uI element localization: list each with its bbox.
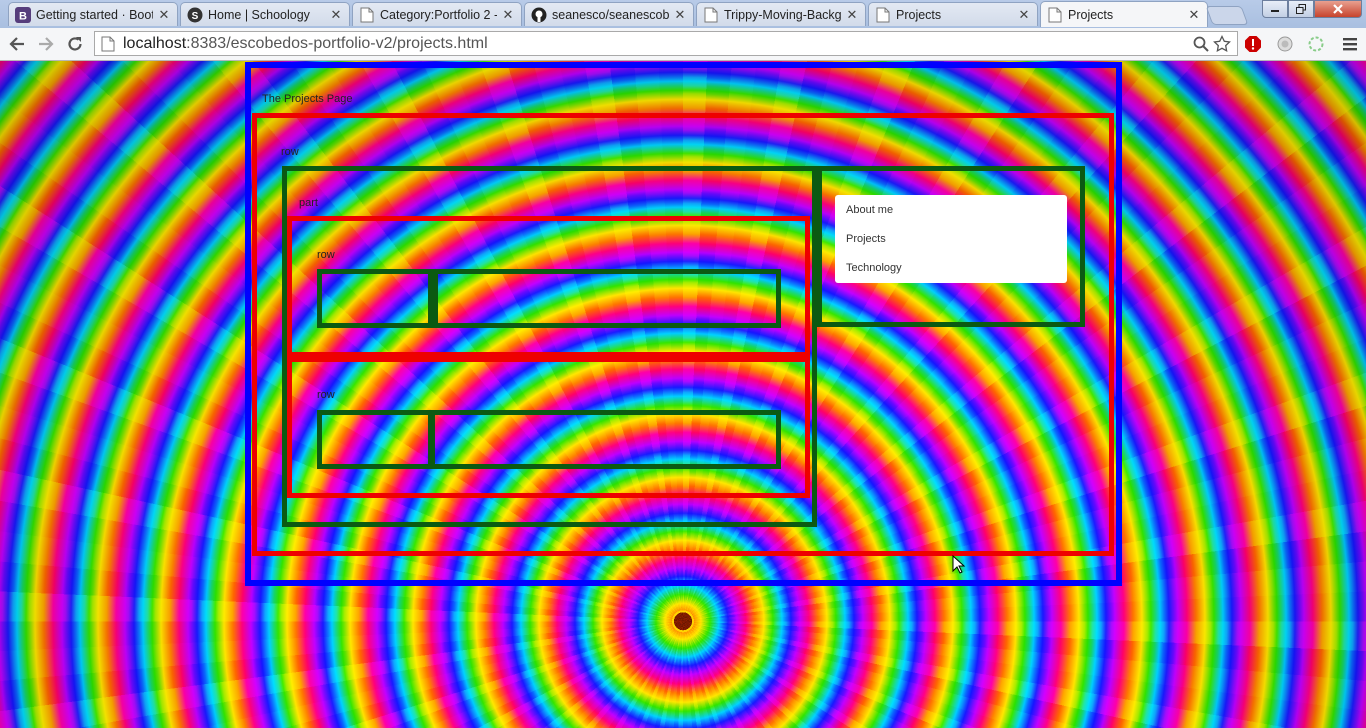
- tab-getting-started[interactable]: B Getting started · Boots ✕: [8, 2, 178, 26]
- svg-text:B: B: [19, 10, 27, 22]
- page-icon: [703, 7, 719, 23]
- tab-label: Projects: [1068, 7, 1114, 22]
- tab-strip: B Getting started · Boots ✕ S Home | Sch…: [0, 0, 1366, 28]
- reload-button[interactable]: [64, 33, 86, 55]
- inner-row-1-col-small: [317, 269, 433, 328]
- svg-text:S: S: [192, 11, 199, 22]
- forward-arrow-icon: [39, 37, 54, 51]
- sync-icon[interactable]: [1307, 35, 1325, 53]
- close-icon[interactable]: ✕: [1017, 7, 1031, 23]
- menu-icon[interactable]: [1341, 35, 1359, 53]
- tab-projects-active[interactable]: Projects ✕: [1040, 1, 1208, 27]
- inner-row-2-col-large: [430, 410, 781, 469]
- nav-item-projects[interactable]: Projects: [846, 233, 886, 245]
- inner-row-2-col-small: [317, 410, 433, 469]
- nav-item-technology[interactable]: Technology: [846, 262, 902, 274]
- close-icon[interactable]: ✕: [673, 7, 687, 23]
- back-arrow-icon: [9, 37, 24, 51]
- page-icon: [875, 7, 891, 23]
- close-icon[interactable]: ✕: [1187, 7, 1201, 23]
- page-icon: [1047, 7, 1063, 23]
- nav-item-about-me[interactable]: About me: [846, 204, 893, 216]
- inner-row-2-label: row: [317, 389, 335, 401]
- forward-button[interactable]: [35, 33, 57, 55]
- star-icon[interactable]: [1213, 34, 1231, 53]
- tab-schoology[interactable]: S Home | Schoology ✕: [180, 2, 350, 26]
- restore-icon: [1296, 4, 1306, 14]
- inner-row-1-col-large: [433, 269, 781, 328]
- tab-trippy-background[interactable]: Trippy-Moving-Backg ✕: [696, 2, 866, 26]
- close-icon[interactable]: ✕: [845, 7, 859, 23]
- tab-label: Trippy-Moving-Backg: [724, 7, 841, 22]
- inner-row-1-label: row: [317, 249, 335, 261]
- page-title: The Projects Page: [262, 93, 353, 105]
- close-window-button[interactable]: [1314, 0, 1362, 18]
- sidebar-nav-menu: About me Projects Technology: [835, 195, 1067, 283]
- close-icon[interactable]: ✕: [501, 7, 515, 23]
- part-label: part: [299, 197, 318, 209]
- minimize-button[interactable]: [1262, 0, 1288, 18]
- tab-category-portfolio[interactable]: Category:Portfolio 2 - ✕: [352, 2, 522, 26]
- extension-icon[interactable]: [1276, 35, 1294, 53]
- url-path: :8383/escobedos-portfolio-v2/projects.ht…: [186, 34, 488, 52]
- minimize-icon: [1271, 10, 1279, 12]
- url-host: localhost: [123, 34, 187, 52]
- tab-label: Home | Schoology: [208, 7, 310, 22]
- reload-icon: [68, 37, 82, 51]
- back-button[interactable]: [6, 33, 28, 55]
- tab-label: Category:Portfolio 2 -: [380, 7, 497, 22]
- new-tab-button[interactable]: [1205, 6, 1249, 25]
- outer-row-label: row: [281, 146, 299, 158]
- page-icon: [101, 36, 117, 52]
- adblock-icon[interactable]: [1244, 35, 1262, 53]
- close-icon[interactable]: ✕: [329, 7, 343, 23]
- github-icon: [531, 7, 547, 23]
- maximize-button[interactable]: [1288, 0, 1314, 18]
- tab-label: Getting started · Boots: [36, 7, 153, 22]
- tab-label: seanesco/seanescobe: [552, 7, 669, 22]
- mouse-cursor-icon: [952, 555, 966, 574]
- browser-toolbar: localhost:8383/escobedos-portfolio-v2/pr…: [0, 28, 1366, 61]
- close-icon[interactable]: ✕: [157, 7, 171, 23]
- schoology-icon: S: [187, 7, 203, 23]
- address-bar[interactable]: localhost:8383/escobedos-portfolio-v2/pr…: [94, 31, 1238, 56]
- page-icon: [359, 7, 375, 23]
- bootstrap-icon: B: [15, 6, 31, 23]
- search-icon[interactable]: [1193, 36, 1209, 52]
- tab-github[interactable]: seanesco/seanescobe ✕: [524, 2, 694, 26]
- tab-projects[interactable]: Projects ✕: [868, 2, 1038, 26]
- close-icon: [1333, 4, 1343, 14]
- tab-label: Projects: [896, 7, 942, 22]
